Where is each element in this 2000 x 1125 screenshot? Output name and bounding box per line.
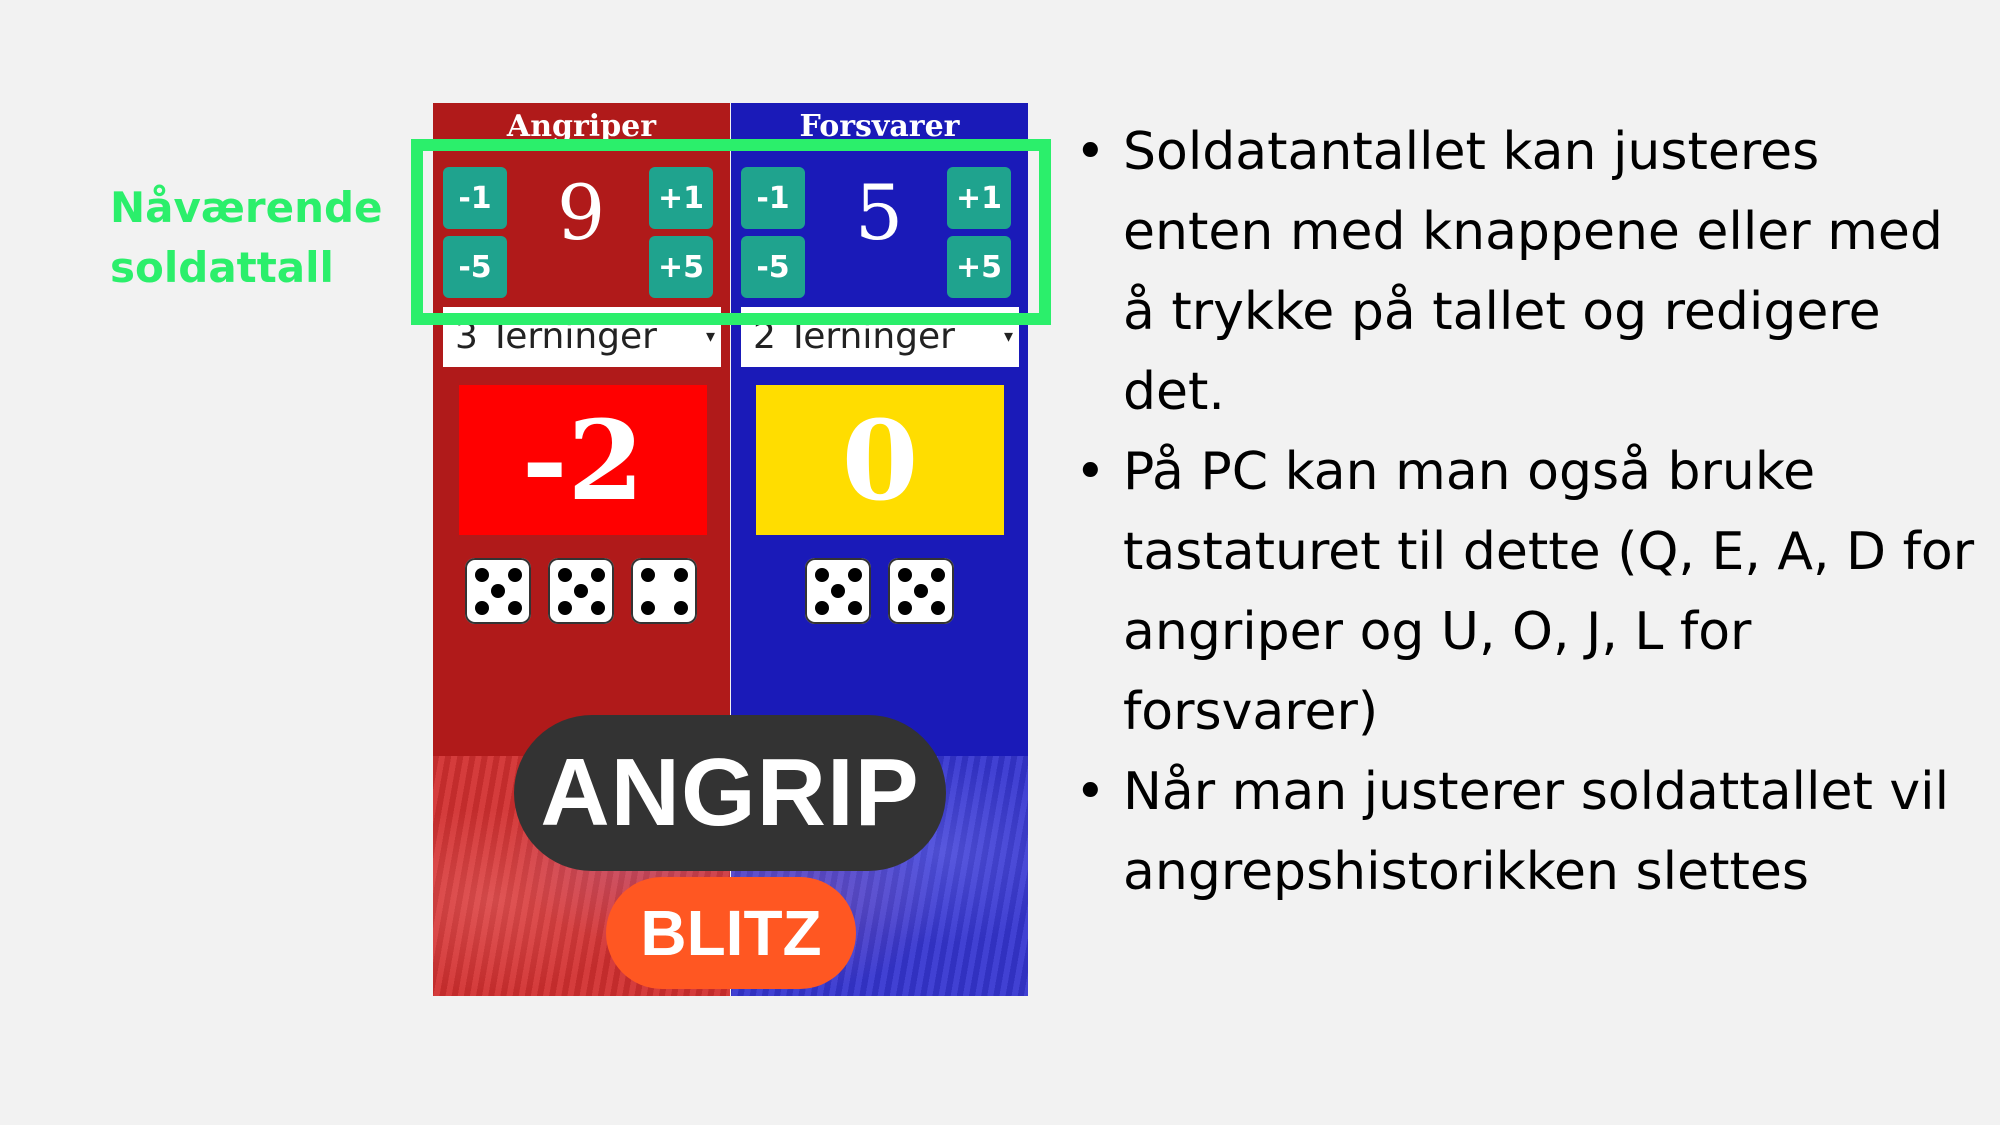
die-pip xyxy=(673,567,688,582)
die-icon xyxy=(548,558,614,624)
annotation-label: Nåværende soldattall xyxy=(110,178,383,298)
die-pip xyxy=(673,600,688,615)
die-pip xyxy=(474,600,489,615)
die-pip xyxy=(640,567,655,582)
die-pip xyxy=(557,567,572,582)
die-pip xyxy=(590,567,605,582)
die-pip xyxy=(507,567,522,582)
die-pip xyxy=(574,584,588,598)
bullet-list: Soldatantallet kan justeres enten med kn… xyxy=(1075,112,1975,912)
die-icon xyxy=(805,558,871,624)
blitz-button[interactable]: BLITZ xyxy=(606,877,856,989)
die-pip xyxy=(814,567,829,582)
defender-result: 0 xyxy=(756,385,1004,535)
die-pip xyxy=(491,584,505,598)
die-icon xyxy=(888,558,954,624)
die-pip xyxy=(814,600,829,615)
highlight-box xyxy=(411,139,1051,325)
die-icon xyxy=(631,558,697,624)
annotation-label-line1: Nåværende xyxy=(110,183,383,232)
die-pip xyxy=(897,600,912,615)
die-pip xyxy=(507,600,522,615)
die-pip xyxy=(590,600,605,615)
die-pip xyxy=(897,567,912,582)
bullet-item: På PC kan man også bruke tastaturet til … xyxy=(1075,432,1975,752)
die-pip xyxy=(930,567,945,582)
die-pip xyxy=(914,584,928,598)
die-pip xyxy=(831,584,845,598)
attack-button[interactable]: ANGRIP xyxy=(514,715,946,871)
bullet-item: Når man justerer soldattallet vil angrep… xyxy=(1075,752,1975,912)
die-pip xyxy=(847,600,862,615)
die-pip xyxy=(847,567,862,582)
die-pip xyxy=(640,600,655,615)
bullet-item: Soldatantallet kan justeres enten med kn… xyxy=(1075,112,1975,432)
die-pip xyxy=(930,600,945,615)
die-icon xyxy=(465,558,531,624)
die-pip xyxy=(474,567,489,582)
die-pip xyxy=(557,600,572,615)
annotation-label-line2: soldattall xyxy=(110,243,334,292)
attacker-result: -2 xyxy=(459,385,707,535)
